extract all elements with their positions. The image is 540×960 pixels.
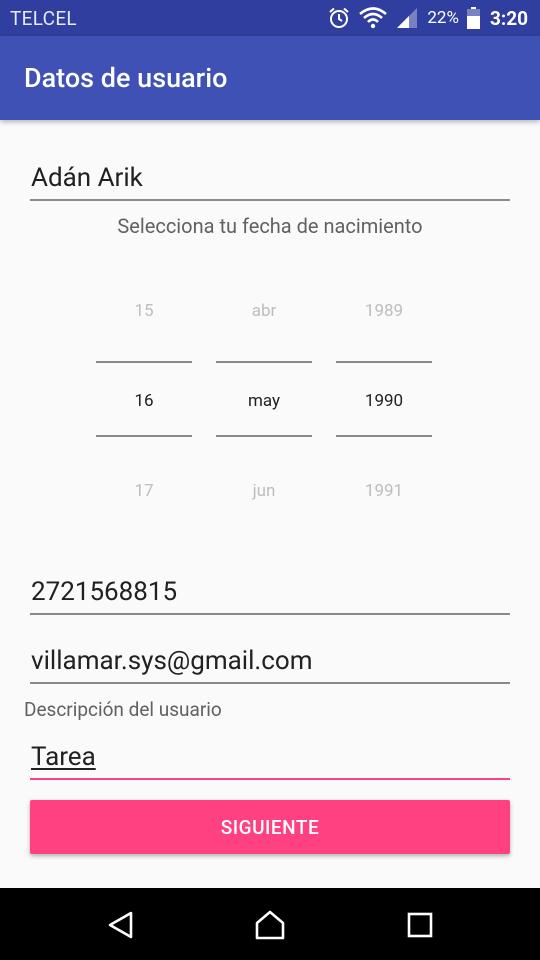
day-next-option[interactable]: 17 [96, 481, 192, 501]
wifi-icon [359, 7, 388, 29]
year-picker[interactable]: 1989 1990 1991 [336, 290, 432, 510]
next-button[interactable]: SIGUIENTE [30, 800, 510, 854]
day-selected[interactable]: 16 [96, 391, 192, 411]
phone-field[interactable]: 2721568815 [30, 575, 510, 615]
phone-value: 2721568815 [31, 577, 178, 607]
month-picker[interactable]: abr may jun [216, 290, 312, 510]
description-field[interactable]: Tarea [30, 740, 510, 780]
battery-icon [466, 7, 480, 29]
email-field[interactable]: villamar.sys@gmail.com [30, 644, 510, 684]
battery-percentage: 22% [427, 8, 459, 28]
app-bar: Datos de usuario [0, 36, 540, 120]
picker-divider [336, 361, 432, 363]
day-prev-option[interactable]: 15 [96, 301, 192, 321]
year-selected[interactable]: 1990 [336, 391, 432, 411]
description-label: Descripción del usuario [24, 698, 222, 721]
recent-apps-icon[interactable] [405, 910, 435, 940]
picker-divider [216, 435, 312, 437]
year-prev-option[interactable]: 1989 [336, 301, 432, 321]
month-prev-option[interactable]: abr [216, 301, 312, 321]
status-bar: TELCEL 22% 3:20 [0, 0, 540, 36]
home-icon[interactable] [254, 910, 285, 940]
email-value: villamar.sys@gmail.com [31, 646, 313, 676]
picker-divider [336, 435, 432, 437]
status-time: 3:20 [489, 6, 528, 30]
picker-divider [96, 435, 192, 437]
name-field[interactable]: Adán Arik [30, 161, 510, 201]
signal-icon [395, 7, 419, 29]
year-next-option[interactable]: 1991 [336, 481, 432, 501]
birth-date-label: Selecciona tu fecha de nacimiento [117, 214, 423, 238]
description-value: Tarea [31, 742, 96, 772]
name-value: Adán Arik [31, 163, 143, 193]
month-selected[interactable]: may [216, 391, 312, 411]
status-icons: 22% 3:20 [327, 5, 528, 31]
carrier-name: TELCEL [10, 7, 77, 30]
picker-divider [216, 361, 312, 363]
month-next-option[interactable]: jun [216, 481, 312, 501]
navigation-bar [0, 888, 540, 960]
picker-divider [96, 361, 192, 363]
page-title: Datos de usuario [24, 62, 228, 94]
back-icon[interactable] [106, 910, 136, 940]
alarm-icon [327, 6, 351, 30]
day-picker[interactable]: 15 16 17 [96, 290, 192, 510]
